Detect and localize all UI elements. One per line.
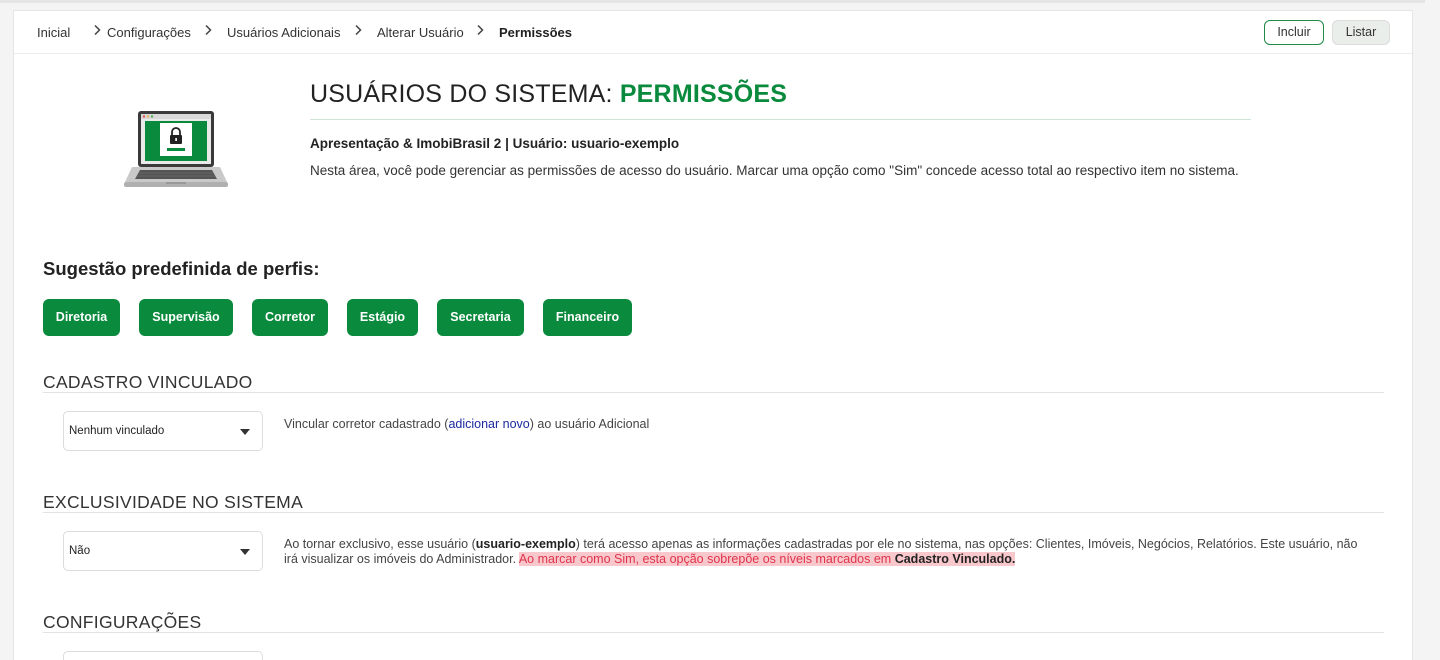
- chevron-right-icon: [204, 24, 212, 39]
- page-title-prefix: USUÁRIOS DO SISTEMA:: [310, 80, 620, 108]
- profile-button-estagio[interactable]: Estágio: [347, 299, 418, 336]
- incluir-button[interactable]: Incluir: [1264, 20, 1324, 45]
- listar-button[interactable]: Listar: [1332, 20, 1390, 45]
- cadastro-vinculado-help: Vincular corretor cadastrado (adicionar …: [284, 417, 1374, 432]
- help-text: Ao tornar exclusivo, esse usuário (: [284, 537, 476, 551]
- caret-down-icon: [240, 549, 250, 555]
- breadcrumb-item-configuracoes[interactable]: Configurações: [107, 25, 191, 40]
- warning-bold: Cadastro Vinculado.: [894, 552, 1016, 566]
- laptop-lock-icon: [124, 110, 228, 190]
- top-divider: [0, 0, 1425, 3]
- help-text: ) ao usuário Adicional: [529, 417, 650, 431]
- warning-highlight: Ao marcar como Sim, esta opção sobrepõe …: [518, 552, 1016, 566]
- profile-button-supervisao[interactable]: Supervisão: [139, 299, 233, 336]
- main-card: Inicial Configurações Usuários Adicionai…: [13, 10, 1413, 660]
- profile-button-corretor[interactable]: Corretor: [252, 299, 328, 336]
- section-title-configuracoes: CONFIGURAÇÕES: [43, 612, 202, 632]
- profile-button-secretaria[interactable]: Secretaria: [437, 299, 524, 336]
- exclusividade-select[interactable]: Não: [63, 531, 263, 571]
- section-title-cadastro-vinculado: CADASTRO VINCULADO: [43, 372, 253, 392]
- page-title-highlight: PERMISSÕES: [619, 80, 788, 108]
- breadcrumb-item-permissoes: Permissões: [499, 25, 572, 40]
- section-title-exclusividade: EXCLUSIVIDADE NO SISTEMA: [43, 492, 304, 512]
- breadcrumb-item-alterar-usuario[interactable]: Alterar Usuário: [377, 25, 464, 40]
- title-divider: [310, 119, 1251, 120]
- section-divider: [43, 392, 1384, 393]
- section-divider: [43, 632, 1384, 633]
- breadcrumb-item-inicial[interactable]: Inicial: [37, 25, 70, 40]
- configuracoes-select[interactable]: [63, 651, 263, 660]
- suggestions-title: Sugestão predefinida de perfis:: [43, 258, 320, 279]
- page-title: USUÁRIOS DO SISTEMA: PERMISSÕES: [310, 80, 787, 109]
- chevron-right-icon: [93, 24, 101, 39]
- adicionar-novo-link[interactable]: adicionar novo: [448, 417, 529, 431]
- help-text: Vincular corretor cadastrado (: [284, 417, 449, 431]
- chevron-right-icon: [354, 24, 362, 39]
- exclusividade-help: Ao tornar exclusivo, esse usuário (usuar…: [284, 537, 1374, 567]
- section-divider: [43, 512, 1384, 513]
- select-value: Nenhum vinculado: [69, 425, 165, 437]
- select-value: Não: [69, 545, 91, 557]
- help-username: usuario-exemplo: [475, 537, 576, 551]
- chevron-right-icon: [476, 24, 484, 39]
- profile-button-financeiro[interactable]: Financeiro: [543, 299, 632, 336]
- profile-button-diretoria[interactable]: Diretoria: [43, 299, 120, 336]
- breadcrumb-bar: Inicial Configurações Usuários Adicionai…: [14, 11, 1412, 54]
- warning-text: Ao marcar como Sim, esta opção sobrepõe …: [518, 552, 895, 566]
- cadastro-vinculado-select[interactable]: Nenhum vinculado: [63, 411, 263, 451]
- page-description: Nesta área, você pode gerenciar as permi…: [310, 163, 1239, 178]
- caret-down-icon: [240, 429, 250, 435]
- page-subtitle: Apresentação & ImobiBrasil 2 | Usuário: …: [310, 136, 680, 151]
- breadcrumb-item-usuarios-adicionais[interactable]: Usuários Adicionais: [227, 25, 340, 40]
